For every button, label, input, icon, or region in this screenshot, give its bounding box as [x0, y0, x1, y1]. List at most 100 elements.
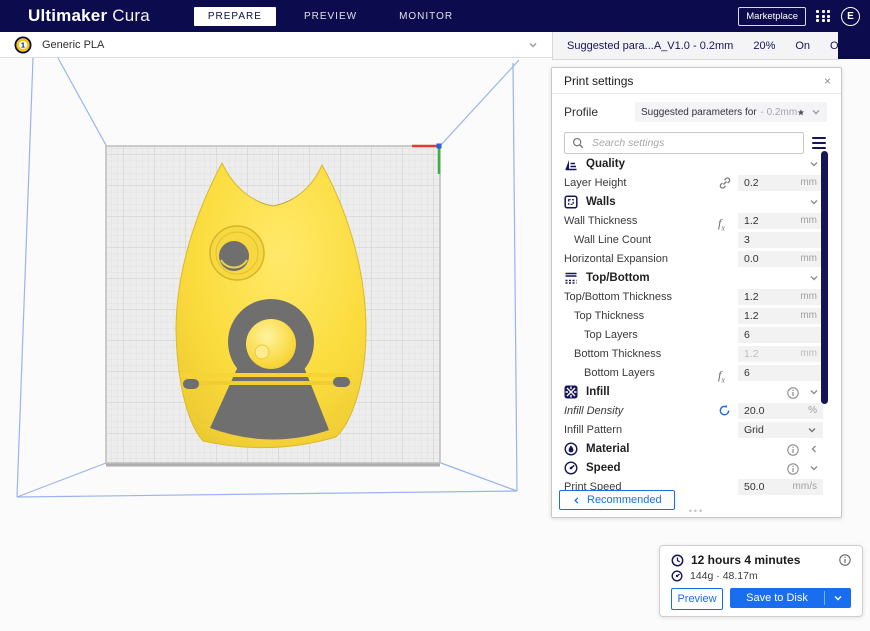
panel-header: Print settings × [552, 68, 841, 94]
tab-preview[interactable]: PREVIEW [290, 7, 371, 26]
svg-text:1: 1 [21, 40, 25, 49]
apps-grid-icon[interactable] [816, 10, 831, 22]
category-infill[interactable]: Infill [564, 382, 823, 401]
chevron-down-icon[interactable] [809, 197, 819, 207]
profile-dropdown[interactable]: Suggested parameters for PLA_V1.0 - 0.2m… [635, 102, 827, 122]
save-label: Save to Disk [730, 592, 824, 604]
stage-tabs: PREPARE PREVIEW MONITOR [194, 7, 467, 26]
recommended-label: Recommended [587, 494, 662, 506]
setting-field[interactable]: 1.2mm [738, 308, 823, 324]
account-avatar[interactable]: E [841, 7, 860, 26]
link-icon[interactable] [718, 176, 734, 190]
model-3d[interactable] [176, 163, 366, 448]
setting-field[interactable]: 1.2mm [738, 289, 823, 305]
category-label: Quality [586, 158, 809, 170]
profile-chevron-down-icon [811, 107, 821, 117]
chevron-down-icon[interactable] [809, 463, 819, 473]
category-label: Speed [586, 462, 787, 474]
category-quality[interactable]: Quality [564, 154, 823, 173]
profile-suffix: - 0.2mm [760, 107, 797, 118]
spool-icon [671, 570, 683, 582]
setting-field[interactable]: 20.0% [738, 403, 823, 419]
setting-unit: mm [800, 215, 817, 226]
extruder-icon: 1 [14, 36, 32, 54]
setting-field[interactable]: 6 [738, 365, 823, 381]
search-input[interactable] [590, 136, 796, 150]
category-material[interactable]: Material [564, 439, 823, 458]
support-state: On [795, 40, 810, 52]
setting-value: 6 [744, 329, 817, 341]
setting-field[interactable]: 3 [738, 232, 823, 248]
setting-value: 3 [744, 234, 817, 246]
info-icon[interactable] [787, 443, 799, 455]
chevron-left-icon[interactable] [809, 444, 819, 454]
adorn-spacer [718, 252, 734, 266]
topbottom-icon [564, 271, 578, 285]
setting-row: Top Layers6 [564, 325, 823, 344]
info-icon[interactable] [787, 462, 799, 474]
preview-button[interactable]: Preview [671, 588, 723, 610]
setting-dropdown[interactable]: Grid [738, 422, 823, 438]
action-panel: 12 hours 4 minutes 144g · 48.17m Preview… [659, 545, 863, 617]
setting-label: Horizontal Expansion [564, 253, 718, 265]
app-header: Ultimaker Cura PREPARE PREVIEW MONITOR Mar… [0, 0, 870, 32]
panel-title: Print settings [564, 74, 633, 88]
close-icon[interactable]: × [824, 75, 831, 87]
adorn-spacer [718, 309, 734, 323]
formula-icon[interactable]: fx [718, 366, 734, 380]
tab-monitor[interactable]: MONITOR [385, 7, 467, 26]
category-label: Material [586, 443, 787, 455]
setting-field[interactable]: 0.0mm [738, 251, 823, 267]
setting-label: Infill Pattern [564, 424, 718, 436]
info-icon[interactable] [839, 554, 851, 566]
tab-prepare[interactable]: PREPARE [194, 7, 276, 26]
adorn-spacer [718, 233, 734, 247]
z-axis-indicator [437, 144, 442, 149]
setting-row: Top/Bottom Thickness 1.2mm [564, 287, 823, 306]
settings-scrollbar[interactable] [821, 151, 828, 471]
category-topbottom[interactable]: Top/Bottom [564, 268, 823, 287]
profile-row: Profile Suggested parameters for PLA_V1.… [552, 94, 841, 126]
panel-resize-grip[interactable]: ••• [689, 506, 704, 516]
formula-icon[interactable]: fx [718, 214, 734, 228]
setting-value: 1.2 [744, 291, 800, 303]
extruder-selector[interactable]: 1 Generic PLA [14, 36, 528, 54]
setting-label: Bottom Layers [564, 367, 718, 379]
material-estimate-row: 144g · 48.17m [671, 570, 851, 582]
info-icon[interactable] [787, 386, 799, 398]
setting-field[interactable]: 0.2mm [738, 175, 823, 191]
material-chevron-down-icon[interactable] [528, 40, 538, 50]
chevron-down-icon[interactable] [809, 273, 819, 283]
category-label: Walls [586, 196, 809, 208]
setting-row: Wall Thicknessfx1.2mm [564, 211, 823, 230]
quality-icon [564, 157, 578, 171]
category-label: Top/Bottom [586, 272, 809, 284]
scrollbar-thumb[interactable] [821, 151, 828, 404]
recommended-button[interactable]: Recommended [559, 490, 675, 510]
setting-field[interactable]: 1.2mm [738, 213, 823, 229]
setting-row: Layer Height0.2mm [564, 173, 823, 192]
print-settings-summary[interactable]: Suggested para...A_V1.0 - 0.2mm 20% On O… [552, 32, 839, 60]
setting-unit: mm [800, 348, 817, 359]
panel-footer: Recommended ••• [552, 479, 841, 517]
material-toolbar[interactable]: 1 Generic PLA [0, 32, 552, 58]
setting-label: Wall Line Count [564, 234, 718, 246]
chevron-down-icon[interactable] [809, 159, 819, 169]
category-speed[interactable]: Speed [564, 458, 823, 477]
save-to-disk-button[interactable]: Save to Disk [730, 588, 851, 608]
star-icon[interactable] [797, 107, 805, 118]
settings-menu-icon[interactable] [812, 137, 827, 150]
setting-field[interactable]: 1.2mm [738, 346, 823, 362]
category-walls[interactable]: Walls [564, 192, 823, 211]
setting-field[interactable]: 6 [738, 327, 823, 343]
profile-label: Profile [564, 105, 598, 119]
setting-unit: mm [800, 177, 817, 188]
app-logo: Ultimaker Cura [28, 6, 150, 26]
setting-label: Top/Bottom Thickness [564, 291, 718, 303]
reset-icon[interactable] [718, 404, 734, 418]
chevron-down-icon[interactable] [809, 387, 819, 397]
save-chevron-down-icon[interactable] [825, 593, 851, 603]
setting-value: 0.0 [744, 253, 800, 265]
marketplace-button[interactable]: Marketplace [738, 7, 806, 26]
walls-icon [564, 195, 578, 209]
